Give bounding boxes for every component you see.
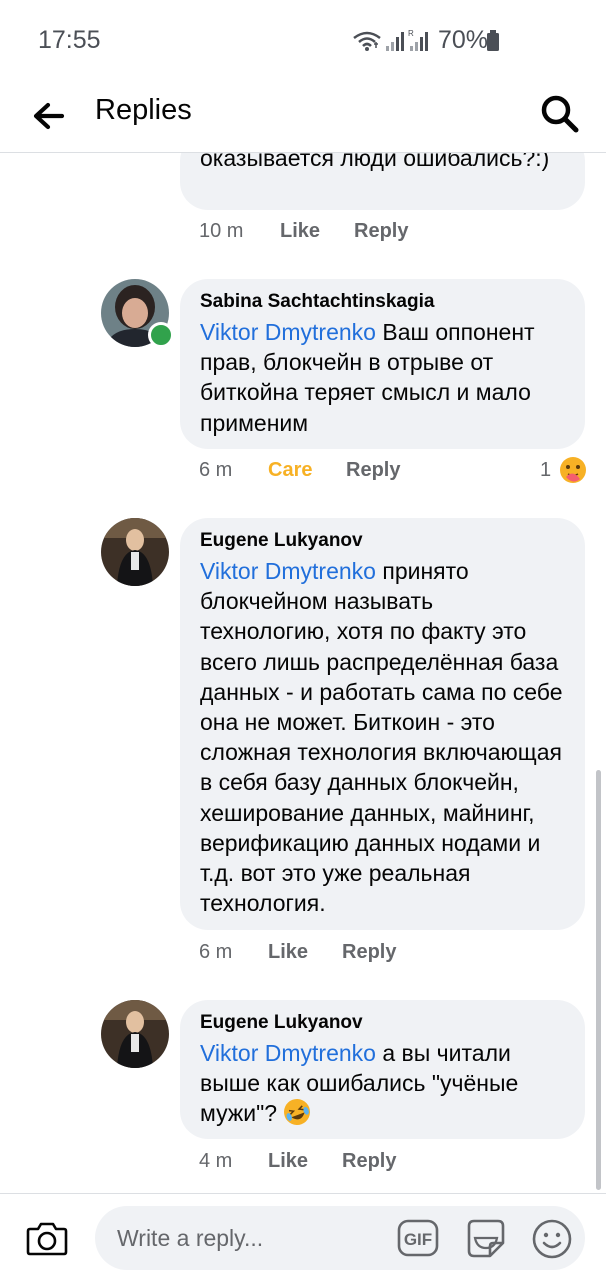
page-title: Replies: [95, 94, 192, 126]
mention-link[interactable]: Viktor Dmytrenko: [200, 558, 376, 584]
battery-percent: 70%: [438, 26, 489, 54]
reply-input[interactable]: [115, 1220, 389, 1256]
replies-feed[interactable]: оказывается люди ошибались?:) 10 m Like …: [0, 153, 606, 1193]
reply-button[interactable]: Reply: [342, 1150, 396, 1173]
comment-time: 4 m: [199, 1150, 233, 1172]
reply-input-container[interactable]: GIF: [95, 1206, 585, 1270]
online-status-indicator: [148, 322, 174, 348]
search-icon: [541, 95, 579, 133]
comment-body: принято блокчейном называть технологию, …: [200, 558, 563, 917]
signal-icon: [386, 32, 404, 51]
user-avatar-image: [101, 1000, 169, 1068]
sticker-icon: [467, 1219, 505, 1258]
gif-button[interactable]: GIF: [397, 1219, 439, 1262]
search-button[interactable]: [538, 92, 582, 136]
camera-icon: [26, 1222, 68, 1256]
gif-label: GIF: [404, 1230, 432, 1249]
back-button[interactable]: [30, 96, 70, 136]
comment-author[interactable]: Sabina Sachtachtinskagia: [200, 291, 565, 313]
avatar[interactable]: [101, 518, 169, 586]
comment-author[interactable]: Eugene Lukyanov: [200, 530, 565, 552]
reply-button[interactable]: Reply: [354, 220, 408, 243]
like-button[interactable]: Like: [280, 220, 320, 243]
like-button[interactable]: Like: [268, 941, 308, 964]
comment-text: оказывается люди ошибались?:): [200, 153, 550, 171]
wifi-icon: [353, 31, 381, 51]
app-header: Replies: [0, 80, 606, 153]
reply-composer: GIF: [0, 1193, 606, 1281]
comment-bubble: Eugene Lukyanov Viktor Dmytrenko а вы чи…: [180, 1000, 585, 1139]
gif-icon: GIF: [397, 1219, 439, 1257]
comment-time: 10 m: [199, 220, 244, 242]
reply-button[interactable]: Reply: [346, 459, 400, 482]
comment-time: 6 m: [199, 459, 233, 481]
comment-bubble: оказывается люди ошибались?:): [180, 153, 585, 210]
user-avatar-image: [101, 518, 169, 586]
status-time: 17:55: [38, 26, 101, 54]
like-button[interactable]: Like: [268, 1150, 308, 1173]
arrow-left-icon: [33, 102, 65, 130]
emoji-icon: [532, 1219, 572, 1259]
comment-text: Viktor Dmytrenko а вы читали выше как ош…: [200, 1038, 565, 1129]
sticker-button[interactable]: [465, 1218, 507, 1265]
camera-button[interactable]: [26, 1220, 68, 1261]
comment-bubble: Sabina Sachtachtinskagia Viktor Dmytrenk…: [180, 279, 585, 449]
mention-link[interactable]: Viktor Dmytrenko: [200, 319, 376, 345]
svg-text:R: R: [408, 29, 414, 38]
comment-author[interactable]: Eugene Lukyanov: [200, 1012, 565, 1034]
emoji-button[interactable]: [531, 1218, 573, 1265]
signal-roaming-icon: R: [408, 29, 428, 51]
comment-text: Viktor Dmytrenko Ваш оппонент прав, блок…: [200, 317, 565, 438]
comment-text: Viktor Dmytrenko принято блокчейном назы…: [200, 556, 565, 918]
status-bar: 17:55 R 70%: [0, 0, 606, 80]
comment-time: 6 m: [199, 941, 233, 963]
care-reaction-button[interactable]: Care: [268, 459, 312, 482]
reaction-count[interactable]: 1: [540, 459, 551, 482]
mention-link[interactable]: Viktor Dmytrenko: [200, 1040, 376, 1066]
avatar[interactable]: [101, 1000, 169, 1068]
comment-bubble: Eugene Lukyanov Viktor Dmytrenko принято…: [180, 518, 585, 930]
care-reaction-icon[interactable]: [558, 455, 588, 485]
scrollbar[interactable]: [596, 770, 601, 1190]
battery-icon: [487, 30, 499, 51]
reply-button[interactable]: Reply: [342, 941, 396, 964]
laughing-emoji-icon: [284, 1099, 311, 1126]
